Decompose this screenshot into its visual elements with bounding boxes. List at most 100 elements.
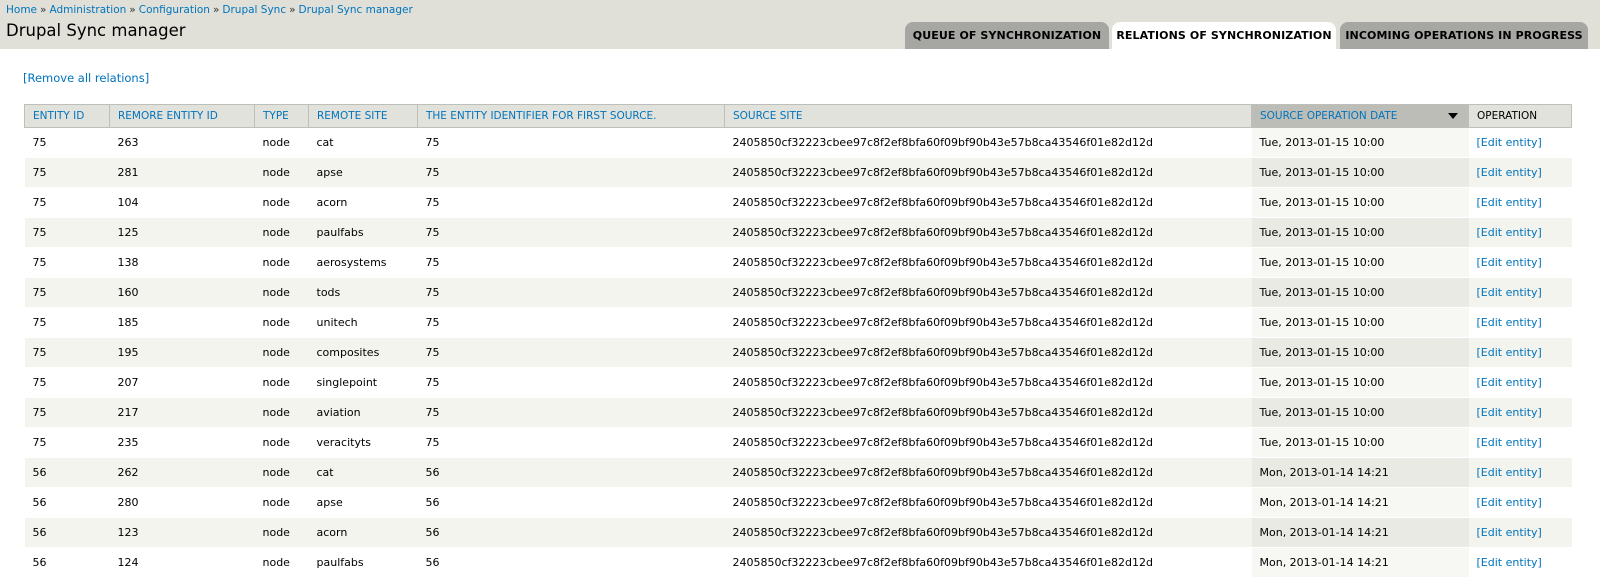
column-header-label[interactable]: SOURCE OPERATION DATE: [1260, 110, 1397, 122]
cell-operation: [Edit entity]: [1468, 187, 1572, 218]
column-header-label[interactable]: TYPE: [263, 110, 289, 122]
breadcrumb-drupal-sync[interactable]: Drupal Sync: [222, 4, 286, 16]
cell-operation: [Edit entity]: [1468, 247, 1572, 278]
edit-entity-link[interactable]: [Edit entity]: [1477, 556, 1542, 569]
cell-source-site: 2405850cf32223cbee97c8f2ef8bfa60f09bf90b…: [724, 247, 1252, 278]
tab-incoming-operations[interactable]: INCOMING OPERATIONS IN PROGRESS: [1340, 22, 1588, 49]
breadcrumb-separator: »: [212, 4, 220, 16]
table-body: 75 263 node cat 75 2405850cf32223cbee97c8f2ef…: [24, 127, 1572, 578]
cell-source-operation-date: Mon, 2013-01-14 14:21: [1251, 547, 1469, 578]
table-row: 56 262 node cat 56 2405850cf32223cbee97c8f2ef…: [24, 457, 1572, 488]
cell-first-source-id: 75: [417, 157, 725, 188]
column-header-remote-site[interactable]: REMOTE SITE: [308, 104, 418, 128]
column-header-remore-entity-id[interactable]: REMORE ENTITY ID: [109, 104, 255, 128]
column-header-source-operation-date[interactable]: SOURCE OPERATION DATE: [1251, 104, 1469, 128]
edit-entity-link[interactable]: [Edit entity]: [1477, 196, 1542, 209]
relations-table: ENTITY ID REMORE ENTITY ID TYPE REMOTE S…: [24, 104, 1572, 578]
cell-remote-site: veracityts: [308, 427, 418, 458]
breadcrumb-administration[interactable]: Administration: [49, 4, 126, 16]
column-header-label[interactable]: SOURCE SITE: [733, 110, 803, 122]
cell-remote-entity-id: 281: [109, 157, 255, 188]
cell-entity-id: 75: [24, 157, 110, 188]
edit-entity-link[interactable]: [Edit entity]: [1477, 256, 1542, 269]
cell-operation: [Edit entity]: [1468, 337, 1572, 368]
column-header-label[interactable]: REMOTE SITE: [317, 110, 387, 122]
cell-remote-site: aviation: [308, 397, 418, 428]
cell-entity-id: 56: [24, 547, 110, 578]
cell-operation: [Edit entity]: [1468, 397, 1572, 428]
cell-remote-entity-id: 195: [109, 337, 255, 368]
cell-first-source-id: 75: [417, 187, 725, 218]
cell-type: node: [254, 157, 309, 188]
edit-entity-link[interactable]: [Edit entity]: [1477, 436, 1542, 449]
cell-remote-site: unitech: [308, 307, 418, 338]
cell-first-source-id: 75: [417, 127, 725, 158]
edit-entity-link[interactable]: [Edit entity]: [1477, 526, 1542, 539]
cell-source-operation-date: Mon, 2013-01-14 14:21: [1251, 457, 1469, 488]
cell-type: node: [254, 427, 309, 458]
cell-first-source-id: 75: [417, 337, 725, 368]
breadcrumb-home[interactable]: Home: [6, 4, 37, 16]
cell-source-operation-date: Tue, 2013-01-15 10:00: [1251, 247, 1469, 278]
table-row: 56 124 node paulfabs 56 2405850cf32223cbee97c…: [24, 547, 1572, 578]
cell-entity-id: 75: [24, 337, 110, 368]
column-header-entity-id[interactable]: ENTITY ID: [24, 104, 110, 128]
cell-remote-site: cat: [308, 127, 418, 158]
table-row: 75 235 node veracityts 75 2405850cf32223cbee9…: [24, 427, 1572, 458]
column-header-label[interactable]: THE ENTITY IDENTIFIER FOR FIRST SOURCE.: [426, 110, 657, 122]
column-header-source-site[interactable]: SOURCE SITE: [724, 104, 1252, 128]
breadcrumb-separator: »: [40, 4, 47, 16]
cell-entity-id: 56: [24, 517, 110, 548]
breadcrumb-drupal-sync-manager[interactable]: Drupal Sync manager: [299, 4, 413, 16]
cell-source-operation-date: Tue, 2013-01-15 10:00: [1251, 187, 1469, 218]
cell-entity-id: 75: [24, 397, 110, 428]
cell-source-operation-date: Mon, 2013-01-14 14:21: [1251, 487, 1469, 518]
edit-entity-link[interactable]: [Edit entity]: [1477, 466, 1542, 479]
tab-relations-of-synchronization[interactable]: RELATIONS OF SYNCHRONIZATION: [1112, 22, 1336, 49]
edit-entity-link[interactable]: [Edit entity]: [1477, 286, 1542, 299]
cell-source-operation-date: Tue, 2013-01-15 10:00: [1251, 127, 1469, 158]
cell-operation: [Edit entity]: [1468, 547, 1572, 578]
cell-remote-site: paulfabs: [308, 217, 418, 248]
breadcrumb-configuration[interactable]: Configuration: [139, 4, 210, 16]
edit-entity-link[interactable]: [Edit entity]: [1477, 316, 1542, 329]
edit-entity-link[interactable]: [Edit entity]: [1477, 226, 1542, 239]
edit-entity-link[interactable]: [Edit entity]: [1477, 406, 1542, 419]
cell-source-site: 2405850cf32223cbee97c8f2ef8bfa60f09bf90b…: [724, 367, 1252, 398]
cell-remote-site: aerosystems: [308, 247, 418, 278]
cell-type: node: [254, 217, 309, 248]
edit-entity-link[interactable]: [Edit entity]: [1477, 346, 1542, 359]
cell-remote-entity-id: 104: [109, 187, 255, 218]
cell-entity-id: 75: [24, 127, 110, 158]
edit-entity-link[interactable]: [Edit entity]: [1477, 136, 1542, 149]
cell-operation: [Edit entity]: [1468, 517, 1572, 548]
cell-remote-entity-id: 123: [109, 517, 255, 548]
edit-entity-link[interactable]: [Edit entity]: [1477, 496, 1542, 509]
cell-source-site: 2405850cf32223cbee97c8f2ef8bfa60f09bf90b…: [724, 187, 1252, 218]
tab-queue-of-synchronization[interactable]: QUEUE OF SYNCHRONIZATION: [905, 22, 1109, 49]
cell-remote-site: apse: [308, 487, 418, 518]
cell-operation: [Edit entity]: [1468, 427, 1572, 458]
cell-first-source-id: 75: [417, 217, 725, 248]
table-row: 56 123 node acorn 56 2405850cf32223cbee97c8f2…: [24, 517, 1572, 548]
edit-entity-link[interactable]: [Edit entity]: [1477, 376, 1542, 389]
column-header-label[interactable]: REMORE ENTITY ID: [118, 110, 218, 122]
cell-remote-entity-id: 125: [109, 217, 255, 248]
table-row: 75 281 node apse 75 2405850cf32223cbee97c8f2e…: [24, 157, 1572, 188]
cell-entity-id: 75: [24, 427, 110, 458]
edit-entity-link[interactable]: [Edit entity]: [1477, 166, 1542, 179]
cell-remote-site: composites: [308, 337, 418, 368]
cell-remote-site: paulfabs: [308, 547, 418, 578]
cell-source-site: 2405850cf32223cbee97c8f2ef8bfa60f09bf90b…: [724, 307, 1252, 338]
sort-desc-icon[interactable]: [1448, 113, 1458, 119]
remove-all-relations-link[interactable]: [Remove all relations]: [23, 71, 149, 85]
table-row: 75 185 node unitech 75 2405850cf32223cbee97c8…: [24, 307, 1572, 338]
cell-remote-site: tods: [308, 277, 418, 308]
column-header-type[interactable]: TYPE: [254, 104, 309, 128]
cell-source-operation-date: Tue, 2013-01-15 10:00: [1251, 337, 1469, 368]
table-row: 75 217 node aviation 75 2405850cf32223cbee97c…: [24, 397, 1572, 428]
cell-type: node: [254, 367, 309, 398]
column-header-label[interactable]: ENTITY ID: [33, 110, 84, 122]
cell-operation: [Edit entity]: [1468, 127, 1572, 158]
column-header-first-source-id[interactable]: THE ENTITY IDENTIFIER FOR FIRST SOURCE.: [417, 104, 725, 128]
